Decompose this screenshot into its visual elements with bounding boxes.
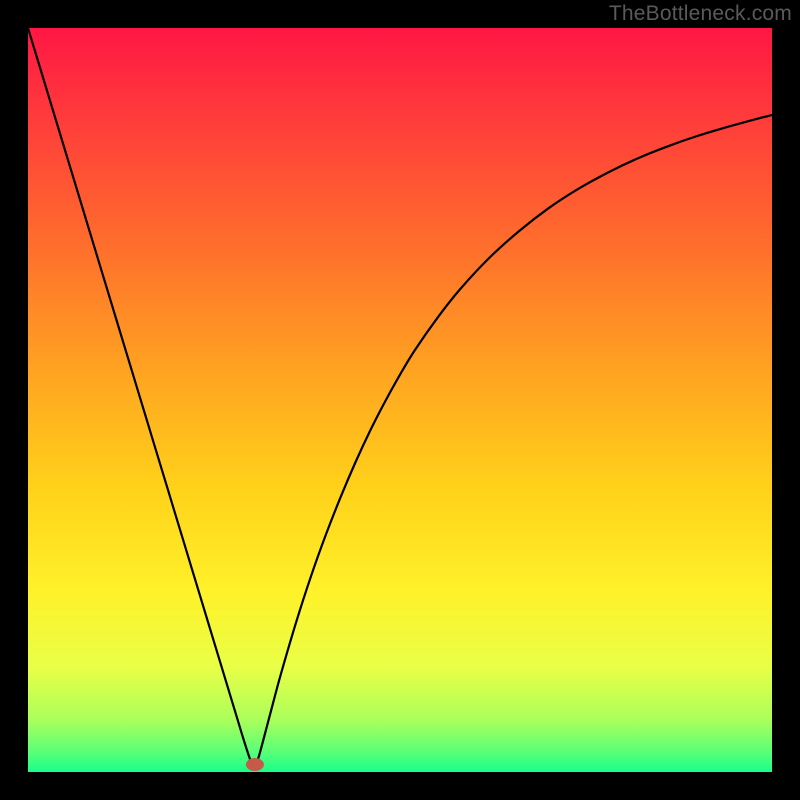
chart-svg: [28, 28, 772, 772]
plot-area: [28, 28, 772, 772]
chart-frame: TheBottleneck.com: [0, 0, 800, 800]
optimum-marker: [246, 758, 264, 771]
watermark-text: TheBottleneck.com: [609, 2, 792, 26]
